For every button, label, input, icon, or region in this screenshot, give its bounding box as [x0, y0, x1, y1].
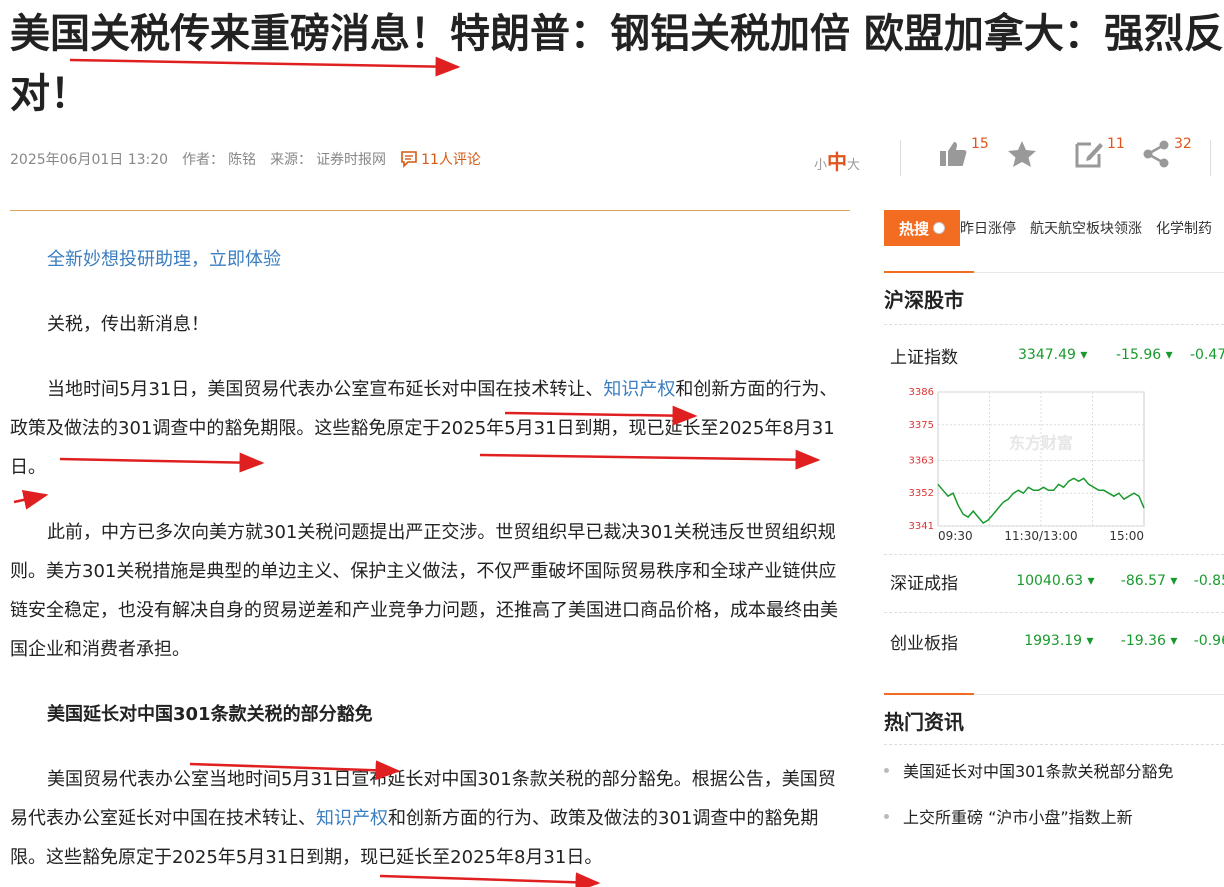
favorite-button[interactable]	[1006, 138, 1038, 170]
font-medium-option[interactable]: 中	[827, 150, 847, 174]
source-label: 来源：	[270, 152, 313, 168]
like-count: 15	[971, 136, 989, 152]
publish-datetime: 2025年06月01日 13:20	[10, 152, 169, 168]
header-rule	[10, 210, 850, 211]
market-section-line	[884, 271, 1224, 273]
comment-count: 11人评论	[421, 152, 481, 168]
index-change: -86.57 ▾	[1120, 573, 1178, 589]
chart-watermark: 东方财富	[1009, 433, 1073, 452]
y-tick-label: 3341	[909, 521, 934, 532]
index-name: 上证指数	[890, 347, 958, 368]
index-row-shenzhen[interactable]: 深证成指 10040.63 ▾ -86.57 ▾ -0.85	[890, 566, 1224, 596]
divider	[884, 744, 1224, 745]
author-label: 作者：	[182, 152, 225, 168]
hot-keyword[interactable]: 化学制药	[1156, 218, 1212, 238]
share-button[interactable]: 32	[1140, 136, 1192, 170]
toolbar-divider	[1210, 140, 1211, 176]
y-tick-label: 3363	[909, 455, 934, 466]
hot-search-label: 热搜	[898, 219, 929, 238]
bullet-icon	[884, 813, 889, 819]
red-arrow	[379, 872, 601, 887]
intraday-chart-svg: 3386 3375 3363 3352 3341 09:30 11:30/13:00 15:0…	[909, 387, 1145, 543]
headline-line-1: 美国关税传来重磅消息！特朗普：钢铝关税加倍 欧盟加拿大：强烈反	[10, 11, 1224, 57]
news-section-title: 热门资讯	[884, 710, 964, 734]
index-change-pct: -0.96	[1193, 633, 1224, 649]
comment-link[interactable]: 11人评论	[400, 149, 495, 169]
comment-action-count: 11	[1107, 136, 1125, 152]
index-row-chinext[interactable]: 创业板指 1993.19 ▾ -19.36 ▾ -0.96	[890, 626, 1224, 656]
hot-search-bar: 热搜 昨日涨停 航天航空板块领涨 化学制药	[884, 210, 1224, 246]
comment-icon	[401, 151, 417, 168]
bullet-icon	[884, 767, 889, 773]
thumbs-up-icon	[940, 142, 967, 166]
x-tick-label: 09:30	[938, 529, 973, 543]
news-title: 上交所重磅 “沪市小盘”指数上新	[903, 808, 1133, 827]
ip-link[interactable]: 知识产权	[316, 808, 388, 829]
index-value: 10040.63 ▾	[1016, 573, 1095, 589]
hot-search-tag: 热搜	[884, 210, 960, 246]
paragraph-4: 美国贸易代表办公室当地时间5月31日宣布延长对中国301条款关税的部分豁免。根据…	[10, 760, 852, 877]
paragraph-2: 当地时间5月31日，美国贸易代表办公室宣布延长对中国在技术转让、知识产权和创新方…	[10, 370, 852, 487]
index-name: 深证成指	[890, 573, 958, 594]
paragraph-2-text-a: 当地时间5月31日，美国贸易代表办公室宣布延长对中国在技术转让、	[47, 379, 604, 400]
hot-dot-icon	[933, 222, 945, 234]
index-change: -19.36 ▾	[1120, 633, 1178, 649]
article-meta: 2025年06月01日 13:20 作者： 陈铭 来源： 证券时报网 11人评论	[10, 148, 509, 170]
hot-keyword[interactable]: 航天航空板块领涨	[1030, 218, 1142, 238]
share-icon	[1143, 140, 1169, 168]
index-name: 创业板指	[890, 633, 958, 654]
y-tick-label: 3352	[909, 488, 934, 499]
headline-line-2: 对！	[10, 71, 90, 117]
y-tick-label: 3386	[909, 387, 934, 398]
edit-icon	[1075, 142, 1103, 168]
paragraph-1: 关税，传出新消息！	[47, 314, 209, 335]
source-name: 证券时报网	[316, 152, 387, 168]
index-intraday-chart: 3386 3375 3363 3352 3341 09:30 11:30/13:00 15:0…	[906, 384, 1152, 550]
news-section-line	[884, 693, 1224, 695]
news-item[interactable]: 美国延长对中国301条款关税部分豁免	[884, 758, 1174, 782]
index-value: 1993.19 ▾	[1024, 633, 1094, 649]
index-change-pct: -0.85	[1193, 573, 1224, 589]
article-body: 全新妙想投研助理，立即体验 关税，传出新消息！ 当地时间5月31日，美国贸易代表…	[10, 240, 852, 877]
promo-link[interactable]: 全新妙想投研助理，立即体验	[10, 240, 852, 279]
section-subheading: 美国延长对中国301条款关税的部分豁免	[47, 704, 373, 725]
news-title: 美国延长对中国301条款关税部分豁免	[903, 762, 1174, 781]
share-count: 32	[1174, 136, 1192, 152]
market-section-title: 沪深股市	[884, 288, 964, 312]
author-name: 陈铭	[228, 152, 257, 168]
star-icon	[1008, 141, 1036, 167]
news-item[interactable]: 上交所重磅 “沪市小盘”指数上新	[884, 804, 1133, 828]
font-size-switch: 小中大	[814, 146, 860, 175]
x-tick-label: 11:30/13:00	[1004, 529, 1077, 543]
index-row-shanghai[interactable]: 上证指数 3347.49 ▾ -15.96 ▾ -0.47	[890, 340, 1224, 370]
index-change-pct: -0.47	[1190, 347, 1224, 363]
paragraph-3: 此前，中方已多次向美方就301关税问题提出严正交涉。世贸组织早已裁决301关税违…	[10, 522, 838, 660]
font-large-option[interactable]: 大	[847, 158, 860, 173]
article-headline: 美国关税传来重磅消息！特朗普：钢铝关税加倍 欧盟加拿大：强烈反 对！	[10, 4, 1224, 124]
index-value: 3347.49 ▾	[1018, 347, 1088, 363]
divider	[884, 324, 1224, 325]
divider	[884, 612, 1224, 613]
like-button[interactable]: 15	[937, 136, 989, 170]
divider	[884, 554, 1224, 555]
hot-keyword[interactable]: 昨日涨停	[960, 218, 1016, 238]
index-change: -15.96 ▾	[1116, 347, 1173, 363]
x-tick-label: 15:00	[1109, 529, 1144, 543]
comment-button[interactable]: 11	[1073, 136, 1125, 170]
toolbar-divider	[900, 140, 901, 176]
ip-link[interactable]: 知识产权	[603, 379, 675, 400]
font-small-option[interactable]: 小	[814, 158, 827, 173]
y-tick-label: 3375	[909, 420, 934, 431]
